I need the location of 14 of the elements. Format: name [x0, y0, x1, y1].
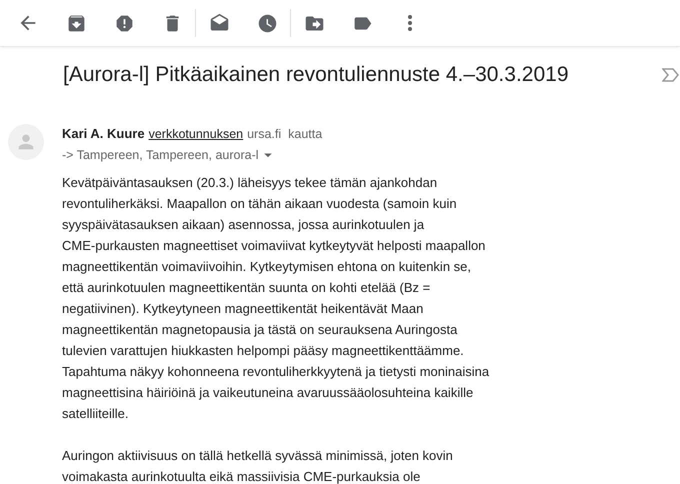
via-text: kautta: [288, 127, 322, 141]
archive-icon: [66, 12, 86, 34]
email-subject: [Aurora-l] Pitkäaikainen revontuliennuste 4.–30.3.2019: [63, 63, 568, 87]
sender-domain: ursa.fi: [247, 127, 282, 141]
open-envelope-icon: [208, 12, 230, 34]
via-link[interactable]: verkkotunnuksen: [148, 127, 244, 141]
clock-icon: [256, 12, 278, 34]
sender-name: Kari A. Kuure: [62, 126, 145, 141]
more-icon: [408, 15, 412, 31]
exclamation-icon: [114, 12, 134, 34]
message-paragraph: Auringon aktiivisuus on tällä hetkellä syvässä minimissä, joten kovin voimakasta aurinkotuulta eikä massiivisia CME-purkauksia ole: [62, 447, 454, 484]
importance-marker-icon[interactable]: [662, 68, 680, 82]
recipients: -> Tampereen, Tampereen, aurora-l: [62, 148, 259, 162]
message-paragraph: Kevätpäiväntasauksen (20.3.) läheisyys tekee tämän ajankohdan revontuliherkäksi. Maapallon on tähän aikaan vuodesta (samoin kuin syyspäivätasauksen aikaan) asennossa, jossa aurinkotuulen ja CME-purkausten magneettiset voimaviivat kytkeytyvät helposti maapallon magneettikentän voimaviivoihin. Kytkeytymisen ehtona on kuitenkin se, että aurinkotuulen magneettikentän suunta on kohti etelää (Bz = negatiivinen). Kytkeytyneen magneettikentät heikentävät Maan magneettikentän magnetopausia ja tästä on seurauksena Auringosta tulevien varattujen hiukkasten helpompi pääsy magneettikenttäämme. Tapahtuma näkyy kohonneena revontuliherkkyytenä ja tietysti moninaisina magneettisina häiriöinä ja vaikeutuneina avaruussääolosuhteina kaikille satelliiteille.: [62, 174, 490, 423]
